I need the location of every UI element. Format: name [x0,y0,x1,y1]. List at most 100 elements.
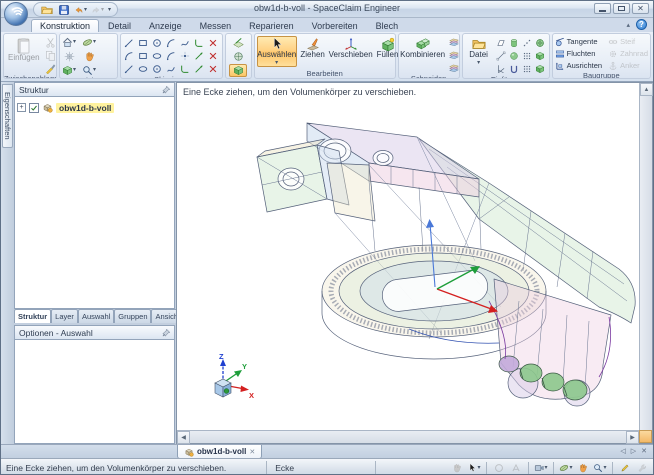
panel-tab-struktur[interactable]: Struktur [14,309,51,323]
sketch-trim-button[interactable] [207,37,220,49]
horizontal-scrollbar[interactable]: ◀ ▶ [177,430,639,443]
align-button[interactable]: Ausrichten [555,60,602,71]
status-plan-view-button[interactable]: ▾ [559,462,573,474]
spin-button[interactable] [62,50,76,62]
status-pan-button[interactable] [576,462,590,474]
status-stop-button[interactable] [492,462,506,474]
tab-nav-right-button[interactable]: ▷ [631,447,636,455]
panel-tab-layer[interactable]: Layer [51,309,78,323]
scroll-left-button[interactable]: ◀ [177,431,190,444]
tab-konstruktion[interactable]: Konstruktion [31,19,99,32]
home-view-button[interactable]: ▾ [62,36,76,48]
split-face-button[interactable] [447,49,461,61]
tab-messen[interactable]: Messen [191,19,241,32]
sketch-line-button[interactable] [123,37,136,49]
collapse-ribbon-button[interactable]: ▴ [626,21,630,29]
move-tool-button[interactable]: Verschieben [329,36,373,61]
sketch-rectangle-button[interactable] [137,37,150,49]
pull-tool-button[interactable]: Ziehen [299,36,327,61]
insert-clamp-button[interactable] [508,62,521,75]
mode-3d-button[interactable] [229,64,247,77]
visibility-checkbox[interactable] [29,103,39,113]
tab-detail[interactable]: Detail [99,19,140,32]
sketch-construction-button[interactable] [123,63,136,75]
tangent-button[interactable]: Tangente [555,36,602,47]
status-tools-button[interactable] [635,462,649,474]
sketch-fillet-button[interactable] [193,37,206,49]
pin-icon[interactable] [161,85,171,95]
sketch-circle2-button[interactable] [151,50,164,62]
sketch-project-button[interactable] [165,63,178,75]
document-tab-active[interactable]: obw1d-b-voll ✕ [177,445,262,459]
insert-block-button[interactable] [534,62,547,75]
select-tool-button[interactable]: Auswählen ▾ [257,36,297,67]
minimize-button[interactable] [594,3,611,14]
panel-tab-auswahl[interactable]: Auswahl [78,309,114,323]
flush-button[interactable]: Fluchten [555,48,602,59]
tab-blech[interactable]: Blech [367,19,408,32]
paste-button[interactable]: Einfügen [6,36,42,64]
canvas-resize-corner[interactable] [639,430,652,443]
insert-points-button[interactable] [521,36,534,49]
sketch-point-button[interactable] [179,50,192,62]
spaceclaim-logo[interactable] [4,2,28,26]
insert-wheel-button[interactable] [534,36,547,49]
zoom-button[interactable]: ▾ [82,64,96,76]
insert-shell-button[interactable] [534,49,547,62]
cut-button[interactable] [44,36,58,48]
format-painter-button[interactable] [44,62,58,74]
orientation-triad[interactable]: Z Y X [215,352,254,400]
help-button[interactable]: ? [636,19,647,30]
insert-origin-button[interactable] [495,62,508,75]
scroll-up-button[interactable]: ▲ [640,83,653,96]
status-grab-button[interactable] [450,462,464,474]
scroll-right-button[interactable]: ▶ [626,431,639,444]
sketch-circle-button[interactable] [151,37,164,49]
insert-cylinder-button[interactable] [508,36,521,49]
rigid-button[interactable]: Steif [608,36,648,47]
sketch-polygon-button[interactable] [137,50,150,62]
sketch-arc-button[interactable] [165,37,178,49]
project-cut-button[interactable] [447,62,461,74]
vertical-scrollbar[interactable]: ▲ [639,83,652,430]
fill-tool-button[interactable]: Füllen [375,36,401,61]
document-tab-close-icon[interactable]: ✕ [249,448,255,456]
pan-button[interactable] [82,50,96,62]
insert-grid-button[interactable] [521,62,534,75]
section-mode-button[interactable] [229,50,247,63]
sketch-mode-button[interactable] [229,36,247,49]
sketch-polyline-button[interactable] [123,50,136,62]
panel-tab-gruppen[interactable]: Gruppen [114,309,151,323]
sketch-spline-button[interactable] [179,37,192,49]
tab-nav-close-button[interactable]: ✕ [641,447,647,455]
insert-axis-button[interactable] [495,49,508,62]
status-annotation-button[interactable] [509,462,523,474]
design-canvas[interactable]: Eine Ecke ziehen, um den Volumenkörper z… [176,82,653,444]
anchor-button[interactable]: Anker [608,60,648,71]
sketch-bend-button[interactable] [179,63,192,75]
pin-icon[interactable] [161,328,171,338]
tree-item-root[interactable]: + obw1d-b-voll [17,101,172,114]
insert-sphere-button[interactable] [508,49,521,62]
tab-vorbereiten[interactable]: Vorbereiten [303,19,367,32]
combine-button[interactable]: Kombinieren [401,36,445,61]
split-solid-button[interactable] [447,36,461,48]
insert-file-button[interactable]: Datei ▾ [465,36,493,67]
tree-item-label[interactable]: obw1d-b-voll [56,103,114,113]
sketch-tangent-circle-button[interactable] [151,63,164,75]
cad-model[interactable]: Z Y X [179,101,641,427]
properties-panel-tab[interactable]: Eigenschaften [2,84,13,148]
insert-pattern-button[interactable] [521,49,534,62]
status-zoom-button[interactable]: ▾ [593,462,607,474]
tab-reparieren[interactable]: Reparieren [240,19,303,32]
status-sketch-button[interactable] [618,462,632,474]
copy-button[interactable] [44,49,58,61]
view-mode-button[interactable]: ▾ [62,64,76,76]
maximize-button[interactable] [613,3,630,14]
sketch-ellipse-button[interactable] [137,63,150,75]
status-select-button[interactable]: ▾ [467,462,481,474]
sketch-move-grid-button[interactable] [193,63,206,75]
sketch-offset-button[interactable] [193,50,206,62]
sketch-split-button[interactable] [207,50,220,62]
insert-plane-button[interactable] [495,36,508,49]
